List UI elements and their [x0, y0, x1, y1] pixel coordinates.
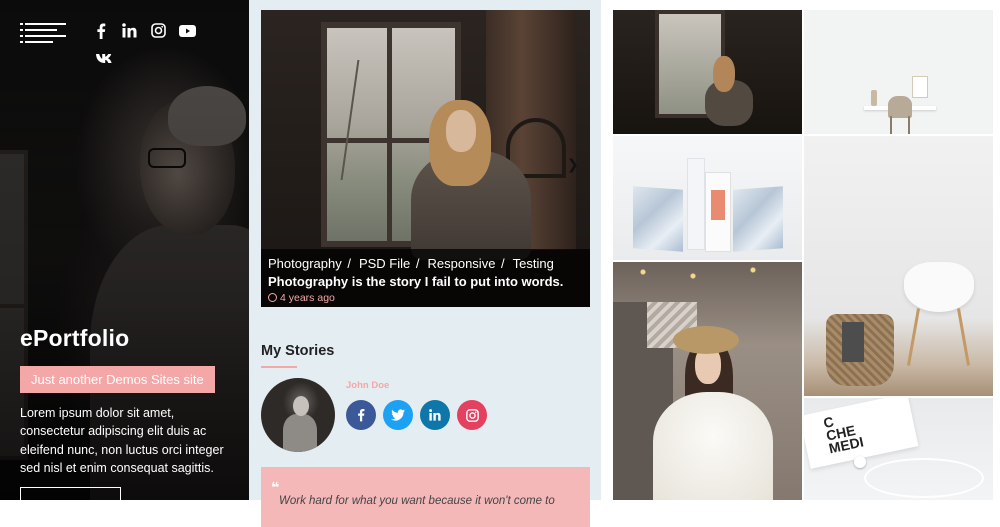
gallery-book: [633, 186, 683, 252]
gallery-image-desk-chair[interactable]: [804, 10, 993, 134]
gallery-person-hat: [673, 326, 739, 354]
gallery-lights: [613, 262, 802, 302]
stories-heading: My Stories: [261, 343, 335, 359]
sidebar-hero: ePortfolio Just another Demos Sites site…: [0, 0, 249, 500]
gallery-person-head: [713, 56, 735, 92]
gallery-frame: [912, 76, 928, 98]
gallery-book-cover: [711, 190, 725, 220]
facebook-icon[interactable]: [346, 400, 376, 430]
facebook-icon[interactable]: [92, 22, 109, 39]
gallery-cloth: [842, 322, 864, 362]
vk-icon[interactable]: [95, 52, 115, 66]
main-content: ❯ Photography / PSD File / Responsive / Tes…: [249, 0, 601, 527]
image-gallery: C CHE MEDI: [601, 0, 1000, 500]
gallery-image-window-woman[interactable]: [613, 10, 802, 134]
author-figure: [283, 414, 317, 452]
clock-icon: [268, 293, 277, 302]
gallery-image-books[interactable]: [613, 136, 802, 260]
youtube-icon[interactable]: [179, 22, 196, 39]
gallery-image-chair-basket[interactable]: [804, 136, 993, 396]
post-time-text: 4 years ago: [280, 292, 335, 304]
author-head: [293, 396, 309, 416]
gallery-vase: [871, 90, 877, 106]
site-description: Lorem ipsum dolor sit amet, consectetur …: [20, 406, 224, 475]
featured-post-title[interactable]: Photography is the story I fail to put i…: [268, 273, 583, 290]
site-tagline: Just another Demos Sites site: [20, 366, 215, 393]
quote-block: ❝ Work hard for what you want because it…: [261, 467, 590, 527]
gallery-chair-legs: [890, 116, 910, 134]
gallery-chair: [888, 96, 912, 118]
category-link[interactable]: Testing: [513, 256, 554, 271]
twitter-icon[interactable]: [383, 400, 413, 430]
author-name[interactable]: John Doe: [346, 380, 389, 391]
social-links: [92, 22, 196, 39]
linkedin-icon[interactable]: [121, 22, 138, 39]
gallery-earbud: [854, 456, 866, 468]
gallery-chair-leg: [906, 308, 921, 366]
author-avatar[interactable]: [261, 378, 335, 452]
category-link[interactable]: Photography: [268, 256, 342, 271]
read-more-button[interactable]: [20, 487, 121, 500]
gallery-chair-leg: [956, 308, 971, 366]
gallery-chair-seat: [904, 262, 974, 312]
quote-text: Work hard for what you want because it w…: [279, 495, 555, 507]
linkedin-icon[interactable]: [420, 400, 450, 430]
site-title[interactable]: ePortfolio: [20, 325, 129, 352]
featured-person-face: [446, 110, 476, 152]
featured-post-time: 4 years ago: [268, 291, 583, 305]
gallery-earphone-wire: [864, 458, 984, 498]
category-link[interactable]: PSD File: [359, 256, 410, 271]
instagram-icon[interactable]: [150, 22, 167, 39]
featured-post-card[interactable]: ❯ Photography / PSD File / Responsive / Tes…: [261, 10, 590, 307]
featured-caption: Photography / PSD File / Responsive / Testi…: [261, 249, 590, 307]
gallery-image-book-earphones[interactable]: C CHE MEDI: [804, 398, 993, 500]
category-link[interactable]: Responsive: [428, 256, 496, 271]
gallery-image-woman-hat[interactable]: [613, 262, 802, 500]
gallery-book: [687, 158, 705, 250]
gallery-person-sweater: [653, 392, 773, 500]
category-list: Photography / PSD File / Responsive / Testi…: [268, 256, 554, 271]
quote-icon: ❝: [271, 479, 280, 495]
heading-underline: [261, 366, 297, 368]
instagram-icon[interactable]: [457, 400, 487, 430]
author-social-links: [346, 400, 487, 430]
slider-next-icon[interactable]: ❯: [567, 156, 579, 173]
hamburger-menu-icon[interactable]: [20, 23, 66, 45]
gallery-book: [733, 186, 783, 252]
